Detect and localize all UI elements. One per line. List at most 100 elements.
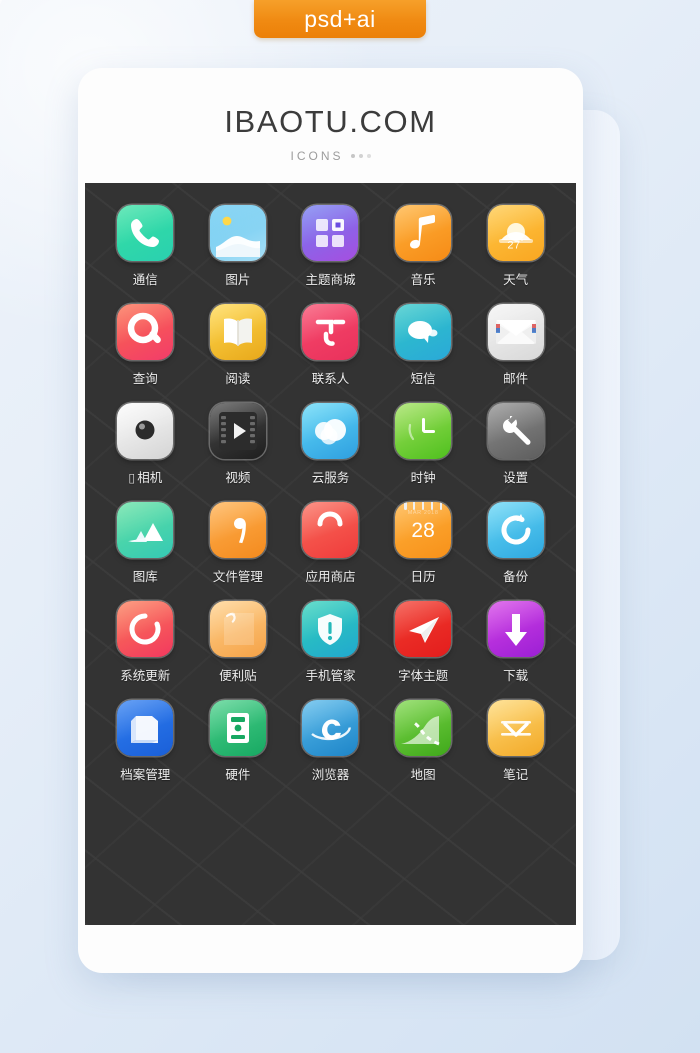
app-icon-cell[interactable]: 联系人: [284, 304, 377, 387]
system-update-icon[interactable]: [117, 601, 174, 657]
app-icon-cell[interactable]: 视频: [192, 403, 285, 486]
brand-subtitle-text: ICONS: [290, 149, 344, 163]
phone-icon[interactable]: [117, 205, 174, 261]
app-icon-label: 地图: [410, 768, 436, 782]
calendar-month-label: MAR 2018: [407, 510, 439, 516]
app-icon-label: 视频: [225, 471, 251, 485]
app-icon-label: 通信: [132, 273, 158, 287]
app-icon-cell[interactable]: MAR 2018 28 日历: [377, 502, 470, 585]
video-film-icon[interactable]: [209, 403, 266, 459]
app-icon-label: 字体主题: [398, 669, 449, 683]
brand-header: IBAOTU.COM ICONS: [78, 68, 583, 163]
app-icon-label: ▯ 相机: [128, 467, 162, 486]
picture-icon[interactable]: [209, 205, 266, 261]
browser-icon[interactable]: [302, 700, 359, 756]
weather-temperature-badge: 27°: [507, 239, 524, 252]
archive-icon[interactable]: [117, 700, 174, 756]
app-icon-cell[interactable]: 硬件: [192, 700, 285, 783]
app-icon-cell[interactable]: 通信: [99, 205, 192, 288]
app-icon-label: 云服务: [311, 471, 350, 485]
app-icon-label: 便利贴: [219, 669, 257, 683]
app-icon-cell[interactable]: 图库: [99, 502, 192, 585]
app-icon-cell[interactable]: 27° 天气: [469, 205, 562, 288]
app-icon-cell[interactable]: 应用商店: [284, 502, 377, 585]
app-icon-label: 主题商城: [305, 273, 356, 287]
app-icon-label: 手机管家: [305, 669, 356, 683]
notes-icon[interactable]: [487, 700, 544, 756]
app-icon-cell[interactable]: 笔记: [469, 700, 562, 783]
gallery-icon[interactable]: [117, 502, 174, 558]
app-icon-cell[interactable]: 短信: [377, 304, 470, 387]
file-manager-icon[interactable]: [209, 502, 266, 558]
app-icon-label: 日历: [410, 570, 436, 584]
sticky-note-icon[interactable]: [209, 601, 266, 657]
app-icon-cell[interactable]: 设置: [469, 403, 562, 486]
app-icon-label: 档案管理: [120, 768, 171, 782]
app-icon-cell[interactable]: 音乐: [377, 205, 470, 288]
app-icon-cell[interactable]: 手机管家: [284, 601, 377, 684]
app-icon-cell[interactable]: 云服务: [284, 403, 377, 486]
app-icon-cell[interactable]: 字体主题: [377, 601, 470, 684]
app-icon-cell[interactable]: 档案管理: [99, 700, 192, 783]
app-icon-label: 短信: [410, 372, 436, 386]
music-note-icon[interactable]: [395, 205, 452, 261]
app-icon-label: 联系人: [311, 372, 350, 386]
app-icon-cell[interactable]: 图片: [192, 205, 285, 288]
app-icon-cell[interactable]: 邮件: [469, 304, 562, 387]
app-icon-cell[interactable]: 时钟: [377, 403, 470, 486]
icon-panel: 通信 图片 主题商城 音乐 27° 天气查询 阅读 联系人 短信 邮件 ▯ 相机 视频 云服务 时钟 设置图库…: [85, 183, 576, 925]
mail-icon[interactable]: [487, 304, 544, 360]
app-icon-cell[interactable]: 下载: [469, 601, 562, 684]
app-icon-label: 邮件: [503, 372, 529, 386]
app-store-icon[interactable]: [302, 502, 359, 558]
app-icon-label: 图库: [132, 570, 158, 584]
app-icon-label: 应用商店: [305, 570, 356, 584]
app-icon-label: 查询: [132, 372, 158, 386]
camera-icon[interactable]: [117, 403, 174, 459]
download-icon[interactable]: [487, 601, 544, 657]
theme-store-icon[interactable]: [302, 205, 359, 261]
camera-label-prefix-icon: ▯: [128, 471, 136, 485]
app-icon-label: 天气: [503, 273, 529, 287]
map-icon[interactable]: [395, 700, 452, 756]
wrench-icon[interactable]: [487, 403, 544, 459]
app-icon-cell[interactable]: 地图: [377, 700, 470, 783]
ribbon-label: psd+ai: [304, 5, 376, 32]
app-icon-cell[interactable]: 系统更新: [99, 601, 192, 684]
clock-icon[interactable]: [395, 403, 452, 459]
paper-plane-icon[interactable]: [395, 601, 452, 657]
app-icon-label: 图片: [225, 273, 251, 287]
search-icon[interactable]: [117, 304, 174, 360]
app-icon-label-text: 相机: [137, 471, 163, 485]
app-icon-label: 音乐: [410, 273, 436, 287]
app-icon-label: 浏览器: [311, 768, 350, 782]
backup-icon[interactable]: [487, 502, 544, 558]
page-title: IBAOTU.COM: [224, 104, 437, 139]
app-icon-label: 笔记: [503, 768, 529, 782]
app-icon-label: 文件管理: [212, 570, 263, 584]
app-icon-label: 设置: [503, 471, 529, 485]
app-icon-cell[interactable]: 备份: [469, 502, 562, 585]
calendar-day-number: 28: [411, 519, 435, 542]
app-icon-label: 阅读: [225, 372, 251, 386]
message-icon[interactable]: [395, 304, 452, 360]
app-icon-label: 备份: [503, 570, 529, 584]
app-icon-cell[interactable]: 文件管理: [192, 502, 285, 585]
app-icon-label: 时钟: [410, 471, 436, 485]
book-icon[interactable]: [209, 304, 266, 360]
preview-card: IBAOTU.COM ICONS 通信 图片 主题商城 音乐 27° 天气查询 阅读 联系人 短…: [78, 68, 583, 973]
dots-icon: [350, 154, 371, 158]
calendar-icon[interactable]: MAR 2018 28: [395, 502, 452, 558]
app-icon-cell[interactable]: 浏览器: [284, 700, 377, 783]
contacts-icon[interactable]: [302, 304, 359, 360]
weather-sun-icon[interactable]: 27°: [487, 205, 544, 261]
app-icon-label: 系统更新: [120, 669, 171, 683]
app-icon-cell[interactable]: ▯ 相机: [99, 403, 192, 486]
app-icon-cell[interactable]: 阅读: [192, 304, 285, 387]
hardware-icon[interactable]: [209, 700, 266, 756]
app-icon-cell[interactable]: 便利贴: [192, 601, 285, 684]
shield-icon[interactable]: [302, 601, 359, 657]
cloud-icon[interactable]: [302, 403, 359, 459]
app-icon-cell[interactable]: 查询: [99, 304, 192, 387]
app-icon-cell[interactable]: 主题商城: [284, 205, 377, 288]
